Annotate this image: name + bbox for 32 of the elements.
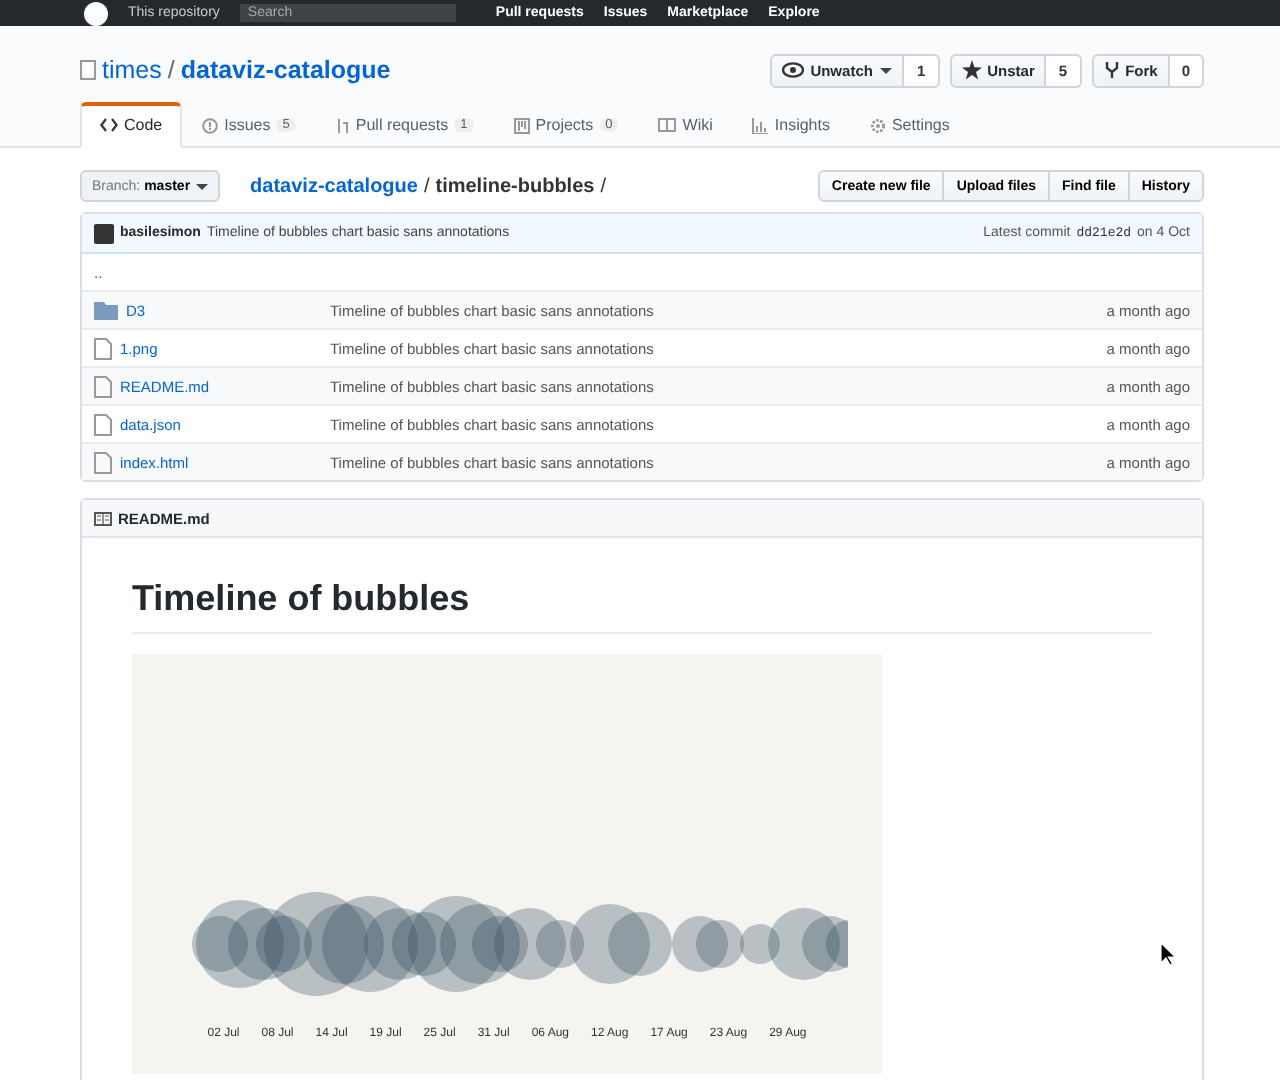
issue-icon xyxy=(202,117,219,133)
star-icon xyxy=(961,60,982,80)
repo-tab[interactable]: Wiki xyxy=(638,102,733,148)
readme-heading: Timeline of bubbles xyxy=(132,578,1152,634)
caret-icon xyxy=(880,67,893,79)
folder-icon xyxy=(94,300,118,320)
file-icon xyxy=(94,375,112,397)
breadcrumb-separator: / xyxy=(423,175,430,197)
mouse-cursor-icon xyxy=(1160,942,1176,966)
repo-owner-link[interactable]: times xyxy=(102,56,162,84)
path-separator: / xyxy=(167,56,175,84)
project-board-icon xyxy=(513,117,530,133)
book-icon xyxy=(94,511,112,525)
file-icon xyxy=(94,451,112,473)
book-icon xyxy=(658,118,677,132)
repo-tab[interactable]: Insights xyxy=(732,102,850,148)
eye-icon xyxy=(782,62,805,78)
avatar-icon xyxy=(94,223,114,243)
repo-icon xyxy=(80,59,96,81)
breadcrumb-repo-link[interactable]: dataviz-catalogue xyxy=(250,175,418,197)
repo-name-link[interactable]: dataviz-catalogue xyxy=(180,56,391,84)
fork-icon xyxy=(1103,60,1120,80)
code-icon xyxy=(100,118,118,132)
bar-graph-icon xyxy=(752,117,769,133)
file-icon xyxy=(94,337,112,359)
repo-tab[interactable]: Settings xyxy=(849,102,970,148)
settings-icon xyxy=(869,117,886,133)
pull-request-icon xyxy=(335,117,350,133)
breadcrumb-folder: timeline-bubbles xyxy=(435,175,595,197)
breadcrumb-separator: / xyxy=(600,175,606,197)
repo-tab[interactable]: Code xyxy=(80,102,183,148)
file-icon xyxy=(94,413,112,435)
